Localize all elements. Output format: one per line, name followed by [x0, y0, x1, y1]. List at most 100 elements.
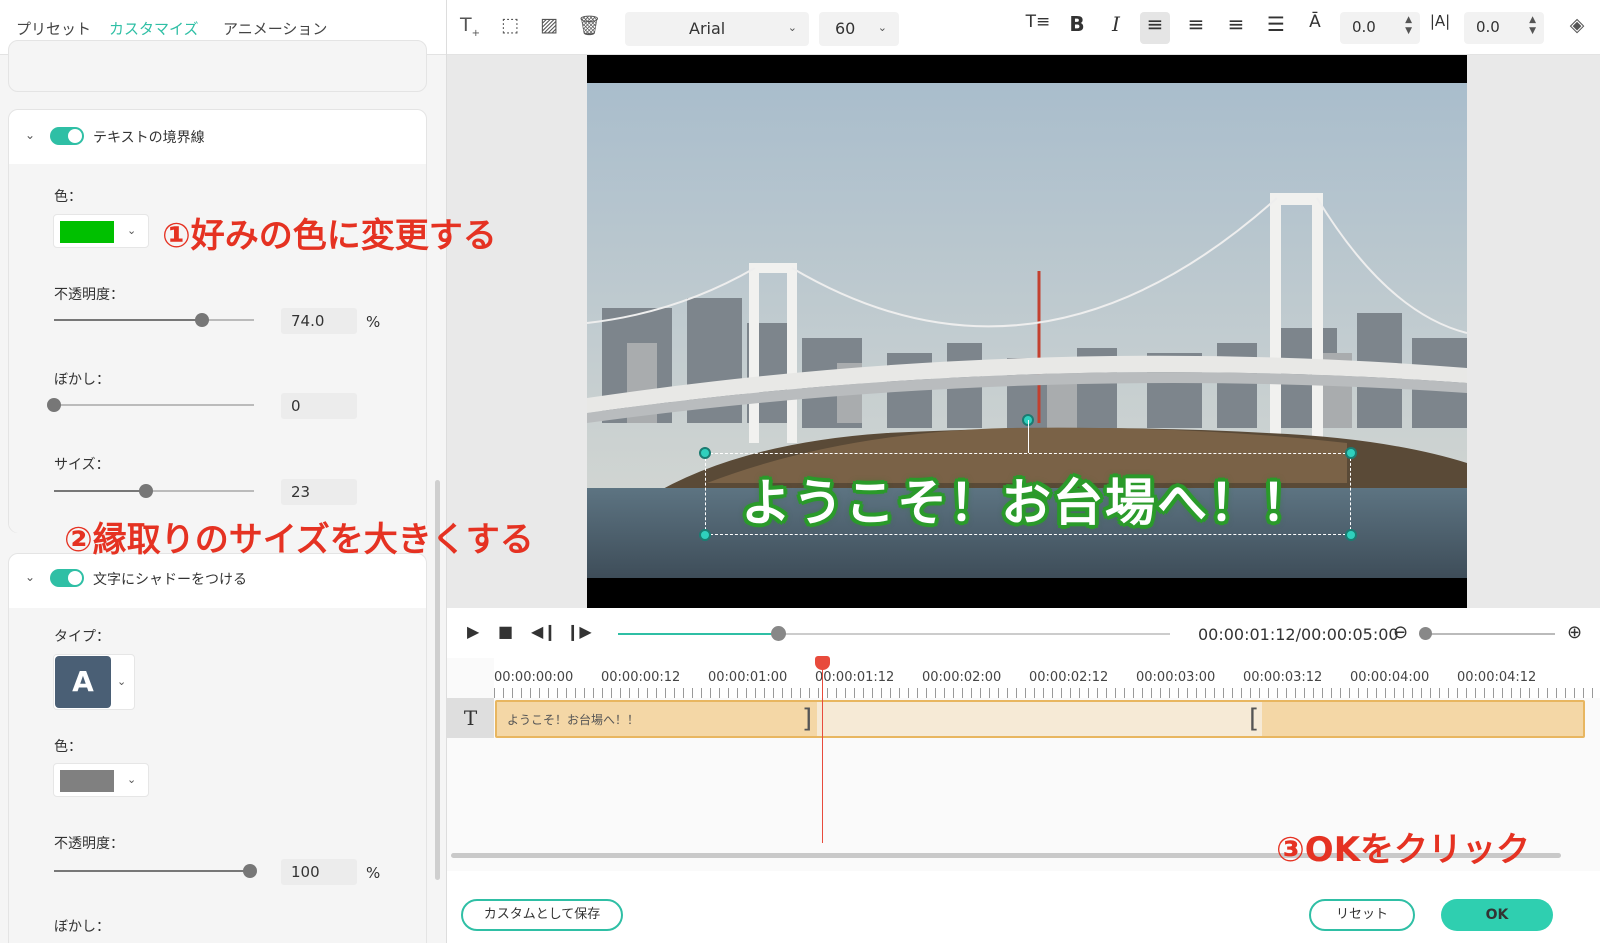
border-blur-input[interactable]: 0 [281, 393, 357, 419]
clip-selected-range [817, 702, 1262, 736]
clip-trim-handle-right[interactable]: [ [1249, 702, 1259, 736]
align-center-icon[interactable]: ≡ [1221, 12, 1251, 44]
border-size-slider[interactable] [54, 484, 254, 498]
add-text-icon[interactable]: T+ [457, 14, 483, 39]
line-spacing-icon[interactable]: Ā [1300, 12, 1330, 44]
border-color-label: 色： [54, 189, 82, 205]
percent-unit: % [366, 313, 381, 331]
save-as-custom-button[interactable]: カスタムとして保存 [461, 899, 623, 931]
text-clip[interactable]: ようこそ！お台場へ！！ ] [ [495, 700, 1585, 738]
progress-knob[interactable] [771, 626, 787, 641]
stepper-arrows-icon[interactable]: ▲ ▼ [1529, 15, 1536, 37]
border-blur-slider[interactable] [47, 398, 254, 412]
ruler-tick-label: 00:00:01:12 [815, 670, 895, 685]
shadow-type-tile: A [55, 656, 111, 708]
slider-knob[interactable] [195, 313, 209, 327]
annotation-step3: ③OKをクリック [1276, 830, 1531, 870]
char-spacing-value: 0.0 [1476, 18, 1500, 36]
border-size-input[interactable]: 23 [281, 479, 357, 505]
prev-frame-icon[interactable]: ◀❙ [531, 622, 557, 641]
char-spacing-input[interactable]: 0.0 ▲ ▼ [1464, 12, 1544, 44]
ruler-tick-label: 00:00:04:00 [1350, 670, 1430, 685]
text-border-title: テキストの境界線 [93, 130, 205, 146]
font-size-value: 60 [835, 19, 856, 38]
shadow-opacity-input[interactable]: 100 [281, 859, 357, 885]
percent-unit: % [366, 864, 381, 882]
font-family-value: Arial [689, 19, 726, 38]
video-preview: ようこそ！お台場へ！！ [587, 55, 1467, 608]
timeline-ruler[interactable]: 00:00:00:00 00:00:00:12 00:00:01:00 00:00:0… [494, 658, 1600, 698]
zoom-knob[interactable] [1419, 627, 1432, 640]
align-justify-icon[interactable]: ☰ [1261, 12, 1291, 44]
chevron-down-icon: ⌄ [877, 21, 887, 34]
playback-progress-bar[interactable] [618, 626, 1170, 641]
resize-handle-top-left[interactable] [699, 447, 711, 459]
stepper-arrows-icon[interactable]: ▲ ▼ [1405, 15, 1412, 37]
ruler-tick-label: 00:00:00:12 [601, 670, 681, 685]
border-opacity-input[interactable]: 74.0 [281, 308, 357, 334]
play-icon[interactable]: ▶ [467, 622, 479, 641]
next-frame-icon[interactable]: ❙▶ [566, 622, 592, 641]
tab-animation[interactable]: アニメーション [223, 18, 327, 39]
customize-panel: プリセット カスタマイズ アニメーション ⌄ テキストの境界線 色： ⌄ 不透明… [0, 0, 447, 943]
tab-preset[interactable]: プリセット [16, 18, 91, 39]
slider-fill [54, 870, 250, 872]
reset-button[interactable]: リセット [1309, 899, 1415, 931]
bold-button[interactable]: B [1062, 12, 1092, 44]
playback-controls: ▶ ■ ◀❙ ❙▶ 00:00:01:12/00:00:05:00 ⊖ ⊕ [447, 608, 1600, 658]
border-opacity-slider[interactable] [54, 313, 254, 327]
tab-customize[interactable]: カスタマイズ [109, 18, 199, 39]
add-image-icon[interactable]: ▨ [536, 14, 562, 36]
text-border-toggle[interactable] [50, 127, 84, 145]
shadow-type-label: タイプ： [54, 629, 110, 645]
border-color-picker[interactable]: ⌄ [53, 214, 149, 248]
collapse-chevron-icon[interactable]: ⌄ [25, 128, 35, 142]
timecode-display: 00:00:01:12/00:00:05:00 [1198, 625, 1399, 644]
ruler-ticks [494, 688, 1600, 698]
font-family-select[interactable]: Arial ⌄ [625, 12, 809, 46]
text-shadow-toggle[interactable] [50, 569, 84, 587]
title-overlay-text[interactable]: ようこそ！お台場へ！！ [702, 463, 1352, 535]
ok-button[interactable]: OK [1441, 899, 1553, 931]
annotation-step1: ①好みの色に変更する [162, 216, 497, 256]
trash-icon[interactable]: 🗑 [576, 14, 602, 37]
ruler-tick-label: 00:00:03:00 [1136, 670, 1216, 685]
playhead-marker[interactable] [815, 656, 830, 670]
text-border-card: ⌄ テキストの境界線 色： ⌄ 不透明度： 74.0 % ぼかし： 0 サイズ：… [8, 109, 427, 533]
resize-handle-top-right[interactable] [1345, 447, 1357, 459]
zoom-in-icon[interactable]: ⊕ [1567, 622, 1582, 643]
playhead[interactable] [822, 658, 823, 843]
ruler-tick-label: 00:00:00:00 [494, 670, 574, 685]
clip-trim-handle-left[interactable]: ] [802, 702, 812, 736]
slider-knob[interactable] [47, 398, 61, 412]
char-spacing-icon[interactable]: |A| [1425, 12, 1455, 44]
border-blur-label: ぼかし： [54, 372, 110, 388]
progress-fill [618, 633, 779, 635]
zoom-slider[interactable] [1419, 627, 1555, 640]
chevron-down-icon: ⌄ [127, 773, 137, 786]
shadow-color-label: 色： [54, 739, 82, 755]
ruler-tick-label: 00:00:02:00 [922, 670, 1002, 685]
collapse-chevron-icon[interactable]: ⌄ [25, 570, 35, 584]
border-color-swatch [60, 221, 114, 243]
text-direction-icon[interactable]: T≡ [1023, 12, 1053, 44]
text-shadow-card: ⌄ 文字にシャドーをつける タイプ： A ⌄ 色： ⌄ 不透明度： 100 % … [8, 553, 427, 943]
shadow-opacity-slider[interactable] [54, 864, 257, 878]
zoom-out-icon[interactable]: ⊖ [1393, 622, 1408, 643]
italic-button[interactable]: I [1101, 12, 1131, 44]
line-spacing-value: 0.0 [1352, 18, 1376, 36]
align-right-icon[interactable]: ≡ [1181, 12, 1211, 44]
align-left-icon[interactable]: ≡ [1140, 12, 1170, 44]
shadow-type-picker[interactable]: A ⌄ [53, 654, 135, 710]
preview-area: ようこそ！お台場へ！！ [447, 55, 1600, 608]
layers-icon[interactable]: ◈ [1564, 14, 1590, 36]
annotation-step2: ②縁取りのサイズを大きくする [64, 520, 534, 560]
stop-icon[interactable]: ■ [498, 622, 513, 641]
slider-knob[interactable] [139, 484, 153, 498]
font-size-select[interactable]: 60 ⌄ [819, 12, 899, 46]
add-shape-icon[interactable]: ⬚ [497, 14, 523, 36]
shadow-color-picker[interactable]: ⌄ [53, 763, 149, 797]
slider-knob[interactable] [243, 864, 257, 878]
line-spacing-input[interactable]: 0.0 ▲ ▼ [1340, 12, 1420, 44]
border-opacity-label: 不透明度： [54, 287, 124, 303]
